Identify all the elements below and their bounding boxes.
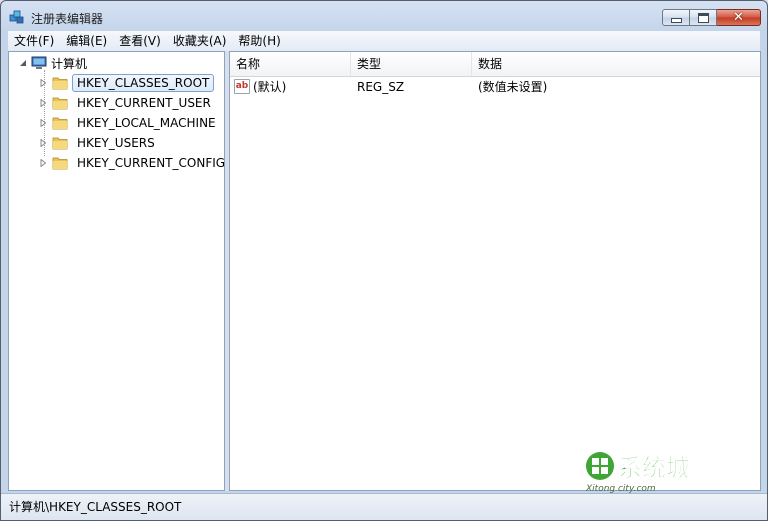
expand-arrow-icon[interactable] <box>39 99 47 107</box>
value-type: REG_SZ <box>357 80 405 94</box>
title-bar[interactable]: 注册表编辑器 ✕ <box>1 1 767 31</box>
column-header-data[interactable]: 数据 <box>472 52 760 76</box>
folder-icon <box>52 137 68 150</box>
xitongcity-watermark-logo: 系统城 Xitong city.com <box>585 452 690 494</box>
tree-item-hkey-current-config[interactable]: HKEY_CURRENT_CONFIG <box>39 153 230 173</box>
minimize-button[interactable] <box>662 9 690 26</box>
folder-icon <box>52 157 68 170</box>
tree-item-label: HKEY_CURRENT_USER <box>77 96 211 110</box>
expand-arrow-icon[interactable] <box>39 139 47 147</box>
close-button[interactable]: ✕ <box>717 9 761 26</box>
list-header: 名称 类型 数据 <box>230 52 760 77</box>
watermark-name: 系统城 <box>618 454 690 482</box>
key-tree-pane[interactable]: 计算机 HKEY_CLASSES_ROOT HKEY_CURRENT_USER <box>8 51 225 491</box>
tree-item-hkey-local-machine[interactable]: HKEY_LOCAL_MACHINE <box>39 113 221 133</box>
tree-root-label: 计算机 <box>51 56 88 71</box>
table-row[interactable]: ab (默认) REG_SZ (数值未设置) <box>230 77 760 97</box>
computer-icon <box>31 56 47 69</box>
values-list-pane[interactable]: 名称 类型 数据 ab (默认) REG_SZ (数值未设置) <box>229 51 761 491</box>
status-bar: 计算机\HKEY_CLASSES_ROOT <box>1 493 767 520</box>
expand-arrow-icon[interactable] <box>39 119 47 127</box>
string-value-icon: ab <box>234 79 250 94</box>
tree-root-computer[interactable]: 计算机 <box>19 53 87 73</box>
column-header-type[interactable]: 类型 <box>351 52 471 76</box>
tree-item-label: HKEY_CLASSES_ROOT <box>72 74 215 92</box>
value-data: (数值未设置) <box>478 80 548 94</box>
tree-item-hkey-classes-root[interactable]: HKEY_CLASSES_ROOT <box>39 73 215 93</box>
maximize-button[interactable] <box>690 9 717 26</box>
column-header-name[interactable]: 名称 <box>230 52 350 76</box>
registry-editor-window: 注册表编辑器 ✕ 文件(F) 编辑(E) 查看(V) 收藏夹(A) 帮助(H) <box>0 0 768 521</box>
menu-bar: 文件(F) 编辑(E) 查看(V) 收藏夹(A) 帮助(H) <box>8 31 760 51</box>
value-name: (默认) <box>253 80 287 94</box>
tree-item-label: HKEY_CURRENT_CONFIG <box>77 156 226 170</box>
window-title: 注册表编辑器 <box>31 12 104 26</box>
collapse-arrow-icon[interactable] <box>19 59 27 67</box>
menu-edit[interactable]: 编辑(E) <box>60 31 113 51</box>
tree-item-hkey-current-user[interactable]: HKEY_CURRENT_USER <box>39 93 216 113</box>
menu-file[interactable]: 文件(F) <box>8 31 60 51</box>
caption-buttons: ✕ <box>662 9 761 26</box>
maximize-icon <box>697 12 709 23</box>
folder-icon <box>52 97 68 110</box>
close-icon: ✕ <box>733 10 744 25</box>
menu-help[interactable]: 帮助(H) <box>232 31 286 51</box>
menu-view[interactable]: 查看(V) <box>113 31 167 51</box>
tree-item-label: HKEY_USERS <box>77 136 155 150</box>
expand-arrow-icon[interactable] <box>39 79 47 87</box>
minimize-icon <box>670 18 682 23</box>
menu-favorites[interactable]: 收藏夹(A) <box>167 31 233 51</box>
tree-item-label: HKEY_LOCAL_MACHINE <box>77 116 216 130</box>
expand-arrow-icon[interactable] <box>39 159 47 167</box>
registry-editor-icon <box>9 10 24 24</box>
status-path: 计算机\HKEY_CLASSES_ROOT <box>9 500 182 514</box>
tree-item-hkey-users[interactable]: HKEY_USERS <box>39 133 160 153</box>
folder-icon <box>52 117 68 130</box>
folder-icon <box>52 77 68 90</box>
